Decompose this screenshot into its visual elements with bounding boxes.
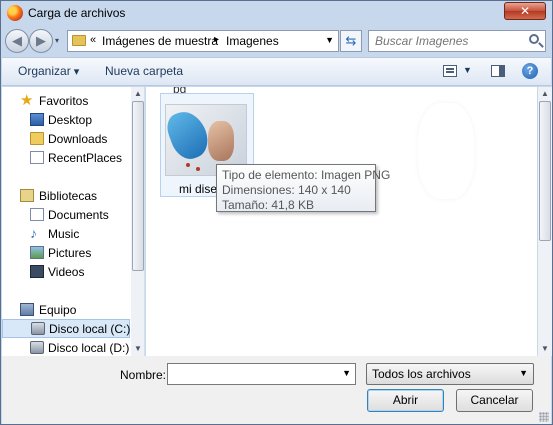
new-folder-button[interactable]: Nueva carpeta (105, 64, 183, 78)
address-overflow-chevron[interactable]: « (90, 34, 96, 46)
file-list-scrollbar[interactable]: ▲ ▼ (538, 87, 552, 356)
sidebar-group-label: Equipo (39, 303, 77, 317)
sidebar-item-label: Music (48, 227, 80, 241)
navigation-bar: ◀ ▶ ▾ « Imágenes de muestra ▸ Imagenes ▼… (1, 25, 552, 55)
view-options-dropdown-icon[interactable]: ▼ (463, 65, 472, 75)
sidebar-item-pictures[interactable]: Pictures (2, 244, 130, 263)
search-input[interactable] (375, 32, 525, 50)
hard-disk-icon (30, 341, 44, 354)
breadcrumb-imagenes[interactable]: Imagenes (226, 34, 279, 48)
help-icon[interactable]: ? (522, 63, 538, 79)
filename-input[interactable] (171, 365, 336, 383)
window-title: Carga de archivos (28, 6, 126, 20)
breadcrumb-imagenes-de-muestra[interactable]: Imágenes de muestra (102, 34, 218, 48)
thumbnail-artwork (162, 106, 214, 164)
navigation-pane: ★ Favoritos Desktop Downloads RecentPlac… (2, 87, 145, 356)
sidebar-item-videos[interactable]: Videos (2, 263, 130, 282)
libraries-icon (20, 189, 34, 202)
file-upload-dialog: Carga de archivos ✕ ◀ ▶ ▾ « Imágenes de … (0, 0, 553, 425)
video-icon (30, 265, 44, 278)
forward-arrow-icon[interactable]: ▶ (29, 29, 53, 53)
chevron-down-icon: ▼ (519, 368, 528, 378)
search-icon[interactable] (529, 34, 539, 44)
sidebar-item-label: Videos (48, 265, 85, 279)
preview-pane-icon[interactable] (491, 65, 505, 77)
sidebar-group-libraries[interactable]: Bibliotecas (2, 187, 130, 206)
filename-combobox[interactable]: ▼ (167, 363, 356, 385)
file-type-value: Todos los archivos (372, 367, 471, 381)
filename-dropdown-icon[interactable]: ▼ (342, 368, 351, 378)
sidebar-item-label: RecentPlaces (48, 151, 123, 165)
firefox-icon (7, 5, 23, 21)
sidebar-item-label: Downloads (48, 132, 108, 146)
star-icon: ★ (20, 92, 34, 109)
tooltip-dimensions: Dimensiones: 140 x 140 (222, 183, 351, 197)
faded-thumbnail (418, 103, 474, 199)
refresh-icon[interactable]: ⇆ (340, 30, 362, 52)
file-info-tooltip: Tipo de elemento: Imagen PNG Dimensiones… (216, 164, 391, 212)
sidebar-group-computer[interactable]: Equipo (2, 301, 130, 320)
search-box[interactable] (368, 30, 546, 52)
back-arrow-icon[interactable]: ◀ (5, 29, 29, 53)
open-button[interactable]: Abrir (367, 389, 444, 412)
sidebar-item-disk-d[interactable]: Disco local (D:) (2, 339, 130, 356)
sidebar-item-documents[interactable]: Documents (2, 206, 130, 225)
scroll-down-icon[interactable]: ▼ (131, 342, 144, 356)
address-dropdown-icon[interactable]: ▼ (325, 35, 334, 45)
scrollbar-thumb[interactable] (132, 101, 144, 271)
scrollbar-thumb[interactable] (539, 101, 551, 241)
scroll-up-icon[interactable]: ▲ (538, 87, 552, 101)
breadcrumb-separator-icon[interactable]: ▸ (214, 34, 219, 45)
document-icon (30, 208, 44, 221)
sidebar-item-label: Desktop (48, 113, 93, 127)
thumbnail-dot (186, 163, 190, 167)
computer-icon (20, 303, 34, 316)
tooltip-type: Tipo de elemento: Imagen PNG (222, 168, 391, 182)
history-dropdown-icon[interactable]: ▾ (55, 36, 59, 45)
sidebar-item-downloads[interactable]: Downloads (2, 130, 130, 149)
recent-places-icon (30, 151, 44, 164)
music-note-icon: ♪ (30, 225, 37, 241)
sidebar-group-favorites[interactable]: ★ Favoritos (2, 92, 130, 111)
organize-button[interactable]: Organizar (18, 64, 79, 78)
command-toolbar: Organizar Nueva carpeta ▼ ? (2, 57, 551, 86)
sidebar-scrollbar[interactable]: ▲ ▼ (131, 87, 144, 356)
address-bar[interactable]: « Imágenes de muestra ▸ Imagenes ▼ (67, 30, 339, 52)
resize-grip-icon[interactable] (539, 412, 549, 422)
thumbnail-hand (208, 121, 234, 161)
sidebar-group-label: Favoritos (39, 94, 89, 108)
tooltip-size: Tamaño: 41,8 KB (222, 198, 315, 212)
close-button[interactable]: ✕ (504, 2, 546, 20)
sidebar-item-label: Disco local (C:) (49, 322, 131, 336)
change-view-icon[interactable] (443, 65, 457, 77)
sidebar-item-label: Disco local (D:) (48, 341, 130, 355)
file-list: pg mi dise Tipo de elemento: Imagen PNG … (146, 87, 537, 356)
sidebar-item-label: Pictures (48, 246, 92, 260)
sidebar-item-recentplaces[interactable]: RecentPlaces (2, 149, 130, 168)
file-name[interactable]: mi dise (179, 182, 217, 196)
sidebar-item-label: Documents (48, 208, 109, 222)
sidebar-item-music[interactable]: ♪ Music (2, 225, 130, 244)
desktop-icon (30, 113, 44, 126)
hard-disk-icon (31, 322, 45, 335)
folder-icon (30, 132, 44, 145)
scroll-up-icon[interactable]: ▲ (131, 87, 144, 101)
sidebar-item-disk-c[interactable]: Disco local (C:) (2, 319, 130, 338)
sidebar-group-label: Bibliotecas (39, 189, 98, 203)
file-type-select[interactable]: Todos los archivos ▼ (366, 363, 534, 385)
cancel-button[interactable]: Cancelar (456, 389, 533, 412)
pictures-icon (30, 246, 44, 259)
sidebar-item-desktop[interactable]: Desktop (2, 111, 130, 130)
scroll-down-icon[interactable]: ▼ (538, 342, 552, 356)
folder-icon (72, 35, 86, 46)
title-bar: Carga de archivos ✕ (1, 1, 552, 25)
filename-label: Nombre: (120, 368, 167, 382)
thumbnail-dot (196, 167, 200, 171)
dialog-footer: Nombre: ▼ Todos los archivos ▼ Abrir Can… (2, 356, 551, 424)
